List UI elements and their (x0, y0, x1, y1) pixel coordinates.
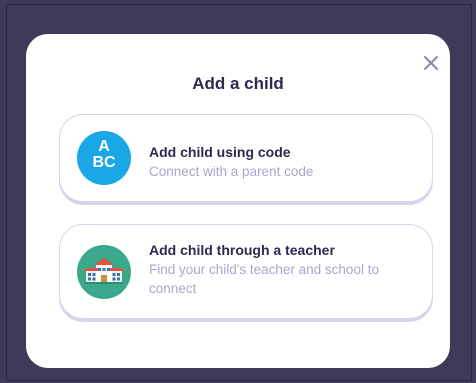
abc-icon: A BC (77, 131, 131, 185)
abc-icon-letters-bc: BC (92, 154, 116, 171)
close-icon (424, 56, 438, 70)
modal-title: Add a child (192, 74, 284, 93)
add-child-modal: Add a child A BC Add child using code Co… (26, 34, 450, 368)
school-icon (77, 245, 131, 299)
add-child-through-teacher-option[interactable]: Add child through a teacher Find your ch… (59, 224, 433, 319)
option-title: Add child using code (149, 144, 291, 160)
close-button[interactable] (420, 52, 442, 74)
option-title: Add child through a teacher (149, 242, 335, 258)
abc-icon-letter-a: A (98, 138, 110, 155)
option-subtitle: Connect with a parent code (149, 164, 314, 179)
add-child-using-code-option[interactable]: A BC Add child using code Connect with a… (59, 114, 433, 202)
option-subtitle: Find your child's teacher and school to … (149, 262, 379, 296)
